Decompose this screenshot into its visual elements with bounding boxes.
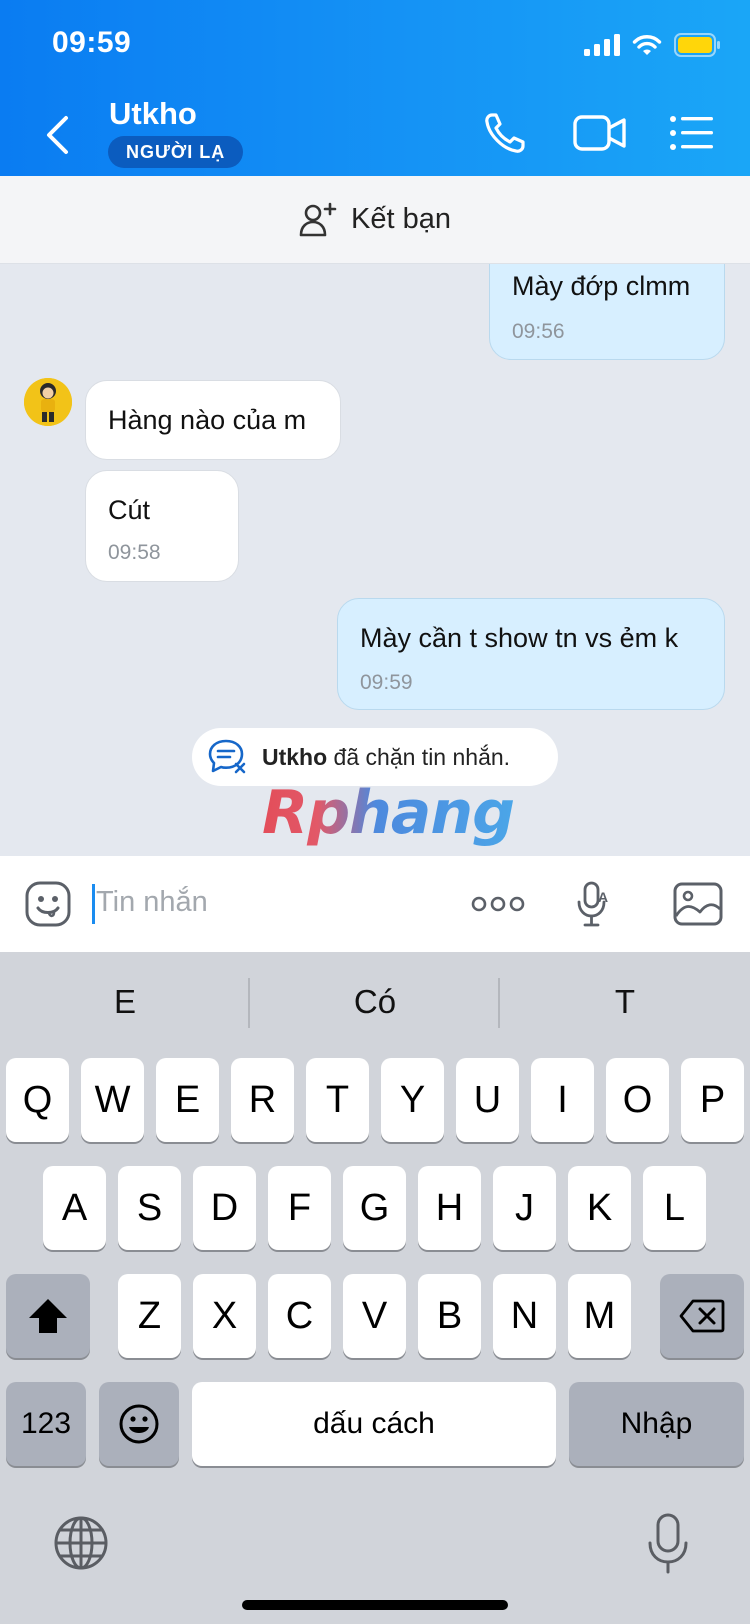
key-f[interactable]: F (268, 1166, 331, 1250)
key-t[interactable]: T (306, 1058, 369, 1142)
voice-to-text-button[interactable]: A (568, 878, 620, 930)
emoji-face-icon (119, 1404, 159, 1444)
key-e[interactable]: E (156, 1058, 219, 1142)
key-v[interactable]: V (343, 1274, 406, 1358)
message-time: 09:56 (512, 320, 565, 343)
video-call-icon (573, 115, 626, 151)
message-composer: Tin nhắn A (0, 856, 750, 952)
message-input[interactable]: Tin nhắn (96, 886, 208, 919)
add-user-icon (299, 202, 337, 236)
signal-icon (584, 34, 620, 56)
key-m[interactable]: M (568, 1274, 631, 1358)
phone-icon (485, 113, 525, 153)
text-caret (92, 884, 95, 924)
back-icon (47, 116, 68, 154)
key-z[interactable]: Z (118, 1274, 181, 1358)
voice-call-button[interactable] (480, 108, 530, 158)
key-w[interactable]: W (81, 1058, 144, 1142)
space-key[interactable]: dấu cách (192, 1382, 556, 1466)
chat-header: 09:59 Utkho NGƯỜI LẠ (0, 0, 750, 176)
key-c[interactable]: C (268, 1274, 331, 1358)
sticker-button[interactable] (22, 878, 74, 930)
message-bubble-outgoing[interactable]: Mày cần t show tn vs ẻm k 09:59 (337, 598, 725, 710)
blocked-notice-message: đã chặn tin nhắn. (327, 743, 511, 770)
return-key[interactable]: Nhập (569, 1382, 744, 1466)
key-x[interactable]: X (193, 1274, 256, 1358)
dictation-button[interactable] (646, 1512, 690, 1576)
backspace-icon (679, 1299, 725, 1333)
photo-button[interactable] (672, 878, 724, 930)
globe-icon (54, 1516, 108, 1570)
blocked-notice-text: Utkho đã chặn tin nhắn. (262, 744, 510, 771)
message-bubble-incoming[interactable]: Cút 09:58 (85, 470, 239, 582)
shift-key[interactable] (6, 1274, 90, 1358)
message-text: Cút (108, 495, 151, 525)
key-g[interactable]: G (343, 1166, 406, 1250)
blocked-message-icon (208, 739, 246, 774)
wifi-icon (632, 35, 662, 55)
key-b[interactable]: B (418, 1274, 481, 1358)
delete-key[interactable] (660, 1274, 744, 1358)
video-call-button[interactable] (572, 108, 628, 158)
key-o[interactable]: O (606, 1058, 669, 1142)
more-options-button[interactable] (470, 878, 526, 930)
contact-avatar[interactable] (24, 378, 72, 426)
watermark-logo: Rphang (262, 778, 515, 848)
key-q[interactable]: Q (6, 1058, 69, 1142)
key-s[interactable]: S (118, 1166, 181, 1250)
menu-list-icon (670, 116, 713, 150)
key-a[interactable]: A (43, 1166, 106, 1250)
microphone-text-icon: A (577, 881, 608, 927)
message-time: 09:59 (360, 671, 413, 694)
more-dots-icon (471, 896, 525, 912)
microphone-icon (648, 1513, 688, 1574)
key-p[interactable]: P (681, 1058, 744, 1142)
emoji-sticker-icon (25, 881, 71, 927)
key-l[interactable]: L (643, 1166, 706, 1250)
numbers-key[interactable]: 123 (6, 1382, 86, 1466)
avatar-cartoon-icon (24, 378, 72, 426)
message-text: Hàng nào của m (108, 405, 307, 435)
suggestion-1[interactable]: E (0, 952, 250, 1052)
key-r[interactable]: R (231, 1058, 294, 1142)
key-n[interactable]: N (493, 1274, 556, 1358)
emoji-key[interactable] (99, 1382, 179, 1466)
battery-icon (674, 33, 720, 57)
svg-text:A: A (598, 889, 608, 905)
stranger-badge: NGƯỜI LẠ (108, 136, 244, 168)
key-k[interactable]: K (568, 1166, 631, 1250)
back-button[interactable] (40, 110, 80, 160)
image-icon (673, 882, 723, 926)
contact-name[interactable]: Utkho (109, 96, 197, 132)
add-friend-bar[interactable]: Kết bạn (0, 176, 750, 264)
key-h[interactable]: H (418, 1166, 481, 1250)
language-switch-button[interactable] (52, 1514, 112, 1574)
key-i[interactable]: I (531, 1058, 594, 1142)
key-d[interactable]: D (193, 1166, 256, 1250)
key-u[interactable]: U (456, 1058, 519, 1142)
message-text: Mày cần t show tn vs ẻm k (360, 623, 679, 653)
key-y[interactable]: Y (381, 1058, 444, 1142)
status-time: 09:59 (52, 26, 132, 59)
blocked-notice-name: Utkho (262, 743, 328, 770)
chat-area[interactable]: Mày đớp clmm 09:56 Hàng nào của m Cút 09… (0, 264, 750, 856)
shift-arrow-icon (29, 1299, 67, 1333)
message-bubble-outgoing[interactable]: Mày đớp clmm 09:56 (489, 264, 725, 360)
chat-menu-button[interactable] (666, 108, 716, 158)
suggestion-3[interactable]: T (500, 952, 750, 1052)
add-friend-label: Kết bạn (351, 203, 451, 235)
message-time: 09:58 (108, 541, 161, 564)
status-icons (584, 30, 720, 60)
key-j[interactable]: J (493, 1166, 556, 1250)
keyboard: E Có T Q W E R T Y U I O P A S D F G H J… (0, 952, 750, 1624)
suggestion-2[interactable]: Có (250, 952, 500, 1052)
message-text: Mày đớp clmm (512, 271, 691, 301)
home-indicator[interactable] (242, 1600, 508, 1610)
message-bubble-incoming[interactable]: Hàng nào của m (85, 380, 341, 460)
